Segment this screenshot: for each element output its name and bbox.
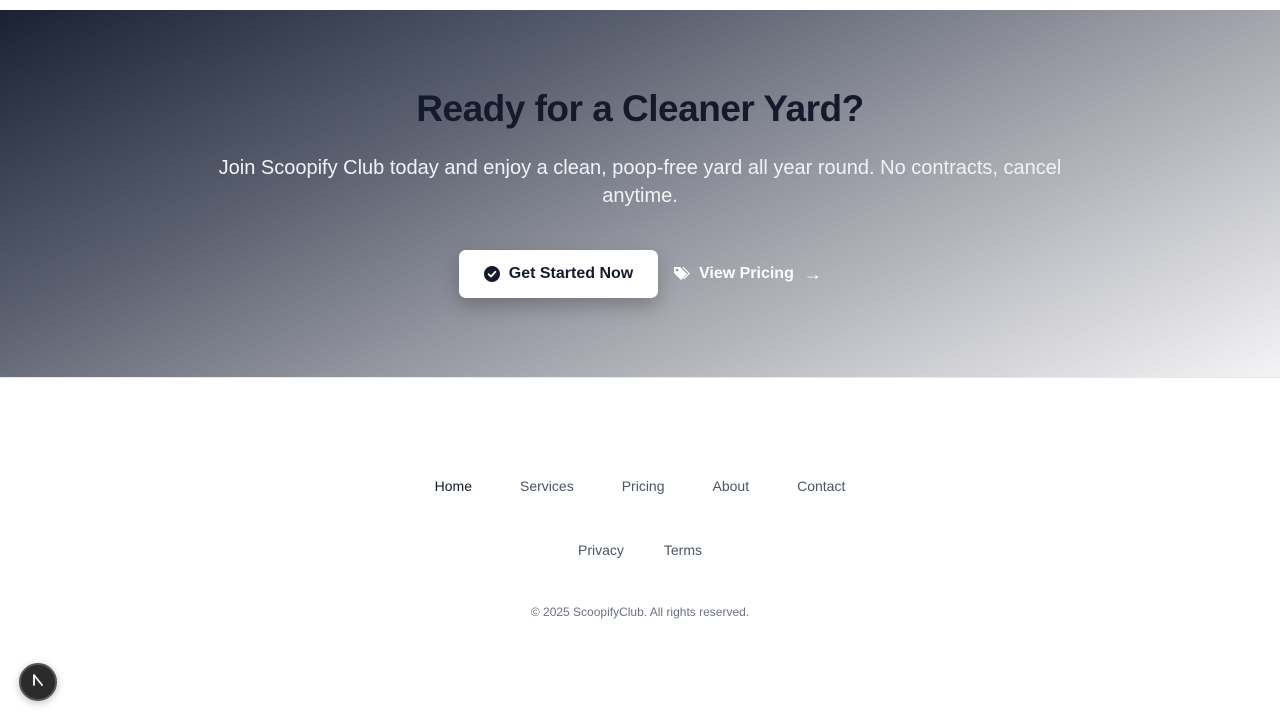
footer-link-pricing[interactable]: Pricing bbox=[622, 478, 665, 494]
get-started-button[interactable]: Get Started Now bbox=[459, 250, 658, 298]
check-circle-icon bbox=[483, 266, 500, 282]
cta-title: Ready for a Cleaner Yard? bbox=[416, 88, 864, 129]
view-pricing-label: View Pricing bbox=[699, 265, 794, 282]
footer-legal-nav: Privacy Terms bbox=[0, 542, 1280, 558]
footer-link-terms[interactable]: Terms bbox=[664, 542, 702, 558]
dev-tools-icon bbox=[30, 672, 46, 693]
copyright-text: © 2025 ScoopifyClub. All rights reserved… bbox=[530, 605, 750, 619]
get-started-label: Get Started Now bbox=[508, 265, 634, 282]
footer-link-about[interactable]: About bbox=[713, 478, 750, 494]
dev-tools-button[interactable] bbox=[19, 663, 57, 701]
cta-subtitle: Join Scoopify Club today and enjoy a cle… bbox=[218, 157, 1062, 207]
footer-link-home[interactable]: Home bbox=[435, 478, 472, 494]
tags-icon bbox=[673, 266, 691, 282]
footer-nav: Home Services Pricing About Contact bbox=[0, 478, 1280, 494]
arrow-right-icon: → bbox=[803, 263, 822, 284]
footer-link-contact[interactable]: Contact bbox=[797, 478, 845, 494]
footer-link-services[interactable]: Services bbox=[520, 478, 574, 494]
view-pricing-link[interactable]: View Pricing → bbox=[673, 260, 822, 288]
footer-link-privacy[interactable]: Privacy bbox=[578, 542, 624, 558]
cta-section: Ready for a Cleaner Yard? Join Scoopify … bbox=[0, 10, 1280, 378]
